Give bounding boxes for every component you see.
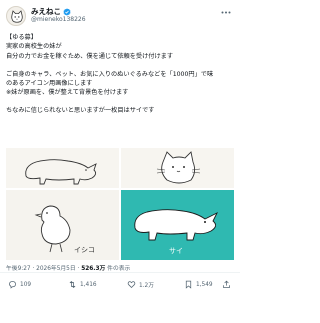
media-image-rhino[interactable] — [6, 148, 119, 188]
rhino-drawing — [6, 148, 119, 188]
share-icon — [223, 280, 230, 288]
post-line: 自分の力でお金を稼ぐため、僕を通じて依頼を受け付けます — [6, 52, 174, 60]
repost-count: 1,416 — [80, 281, 97, 288]
post-line: 【ゆる募】 — [6, 34, 37, 41]
cat-drawing — [121, 148, 234, 188]
cat-avatar-icon — [11, 10, 23, 23]
bookmark-count: 1,549 — [196, 281, 213, 288]
post-line: ご自身のキャラ、ペット、お気に入りのぬいぐるみなどを「1000円」で味 — [6, 70, 214, 78]
media-image-chick[interactable]: イシコ — [6, 190, 119, 260]
heart-icon — [127, 281, 136, 289]
divider — [0, 272, 240, 273]
post-line: ちなみに信じられないと思いますが一枚目はサイです — [6, 107, 155, 115]
action-bar: 109 1,416 1.2万 1,549 — [6, 280, 234, 292]
post-line: ※妹が原画を、僕が整えて背景色を付けます — [6, 89, 129, 97]
post-line: 実家の高校生の妹が — [6, 43, 62, 51]
bookmark-icon — [185, 280, 192, 289]
chick-caption: イシコ — [74, 246, 95, 254]
like-count: 1.2万 — [139, 283, 155, 289]
post-header: みえねこ @mieneko138226 — [6, 5, 234, 31]
post-line-gap — [6, 61, 236, 70]
verified-badge-icon — [63, 7, 71, 16]
post-line-gap — [6, 98, 236, 107]
post-text: 【ゆる募】 実家の高校生の妹が 自分の力でお金を稼ぐため、僕を通じて依頼を受け付… — [6, 33, 236, 116]
media-grid: イシコ サイ — [6, 148, 234, 323]
chick-drawing: イシコ — [6, 190, 119, 260]
repost-icon — [69, 280, 76, 289]
author-handle[interactable]: @mieneko138226 — [31, 16, 86, 23]
avatar[interactable] — [6, 6, 26, 26]
post-meta: 午後9:27 · 2026年5月5日 · 526.3万 件の表示 — [6, 263, 130, 272]
more-options-button[interactable] — [220, 8, 232, 16]
share-button[interactable] — [222, 280, 231, 289]
repost-button[interactable]: 1,416 — [68, 280, 97, 289]
rhino-teal-drawing: サイ — [121, 190, 234, 260]
rhino-caption: サイ — [169, 247, 183, 255]
media-image-cat[interactable] — [121, 148, 234, 188]
more-dots-icon — [221, 11, 231, 13]
reply-icon — [9, 281, 16, 289]
media-image-rhino-teal[interactable]: サイ — [121, 190, 234, 260]
like-button[interactable]: 1.2万 — [127, 280, 154, 289]
post-line: のあるアイコン用画像にします — [6, 80, 93, 88]
reply-count: 109 — [20, 281, 32, 288]
bookmark-button[interactable]: 1,549 — [184, 280, 213, 289]
reply-button[interactable]: 109 — [8, 280, 31, 289]
